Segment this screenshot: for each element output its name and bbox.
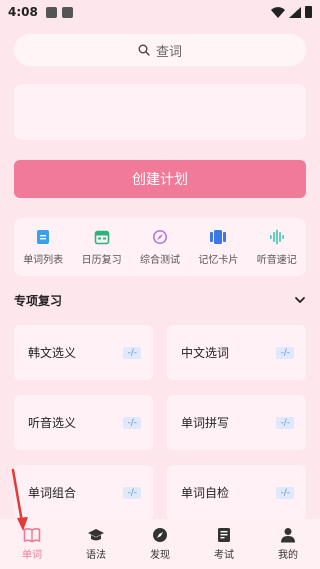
document-icon [37,229,50,244]
review-item-label: 单词自检 [181,486,230,500]
book-icon [23,528,41,543]
tool-calendar-review[interactable]: 日历复习 [74,229,130,266]
progress-badge: -/- [123,416,141,429]
progress-badge: -/- [123,486,141,499]
tab-me[interactable]: 我的 [263,527,313,561]
review-item-spelling[interactable]: 单词拼写 -/- [167,395,306,450]
review-item-label: 中文选词 [181,346,230,360]
tool-memory-cards[interactable]: 记忆卡片 [190,229,246,266]
status-bar: 4:08 [0,0,320,24]
tool-label: 听音速记 [256,254,297,266]
tab-label: 我的 [278,550,298,561]
progress-badge: -/- [276,486,294,499]
review-item-listening-meaning[interactable]: 听音选义 -/- [14,395,153,450]
tool-comprehensive-test[interactable]: 综合测试 [132,229,188,266]
review-item-word-combination[interactable]: 单词组合 -/- [14,465,153,520]
chevron-down-icon[interactable] [294,294,306,306]
person-icon [281,528,295,543]
search-input[interactable]: 查词 [14,34,306,66]
search-placeholder: 查词 [155,44,182,60]
review-item-label: 单词组合 [28,486,77,500]
exam-paper-icon [218,528,230,542]
tab-grammar[interactable]: 语法 [71,527,121,561]
status-indicators [271,6,312,18]
search-icon [138,44,150,56]
tab-label: 发现 [150,550,170,561]
tab-exam[interactable]: 考试 [199,527,249,561]
section-title: 专项复习 [14,293,63,308]
review-item-chinese-word[interactable]: 中文选词 -/- [167,325,306,380]
progress-badge: -/- [276,346,294,359]
tool-listening-memo[interactable]: 听音速记 [249,229,305,266]
tool-label: 记忆卡片 [198,254,239,266]
tool-label: 综合测试 [139,254,180,266]
tab-words[interactable]: 单词 [7,527,57,561]
tool-label: 日历复习 [81,254,122,266]
plan-card [14,84,306,140]
gallery-notification-icon [45,6,57,18]
calendar-icon [94,230,109,244]
review-item-label: 单词拼写 [181,416,230,430]
section-header[interactable]: 专项复习 [14,290,306,310]
create-plan-button[interactable]: 创建计划 [14,160,306,198]
tab-label: 考试 [214,550,234,561]
tab-discover[interactable]: 发现 [135,527,185,561]
tool-word-list[interactable]: 单词列表 [15,229,71,266]
app-notification-icon [61,6,73,18]
signal-icon [289,6,301,18]
graduation-cap-icon [88,529,104,541]
battery-icon [305,6,312,18]
review-item-label: 听音选义 [28,416,77,430]
tools-panel: 单词列表 日历复习 综合测试 记忆卡片 听音速记 [14,218,306,276]
bottom-tab-bar: 单词 语法 发现 考试 我的 [0,519,320,569]
progress-badge: -/- [123,346,141,359]
review-item-korean-meaning[interactable]: 韩文选义 -/- [14,325,153,380]
create-plan-label: 创建计划 [132,172,188,188]
cards-icon [210,229,227,244]
wifi-icon [271,6,285,18]
progress-badge: -/- [276,416,294,429]
review-item-self-check[interactable]: 单词自检 -/- [167,465,306,520]
tab-label: 语法 [86,550,106,561]
review-item-label: 韩文选义 [28,346,77,360]
compass-icon [153,528,167,542]
tab-label: 单词 [22,550,42,561]
waveform-icon [269,229,284,244]
compass-icon [152,229,167,244]
status-time: 4:08 [8,5,38,19]
tool-label: 单词列表 [23,254,64,266]
